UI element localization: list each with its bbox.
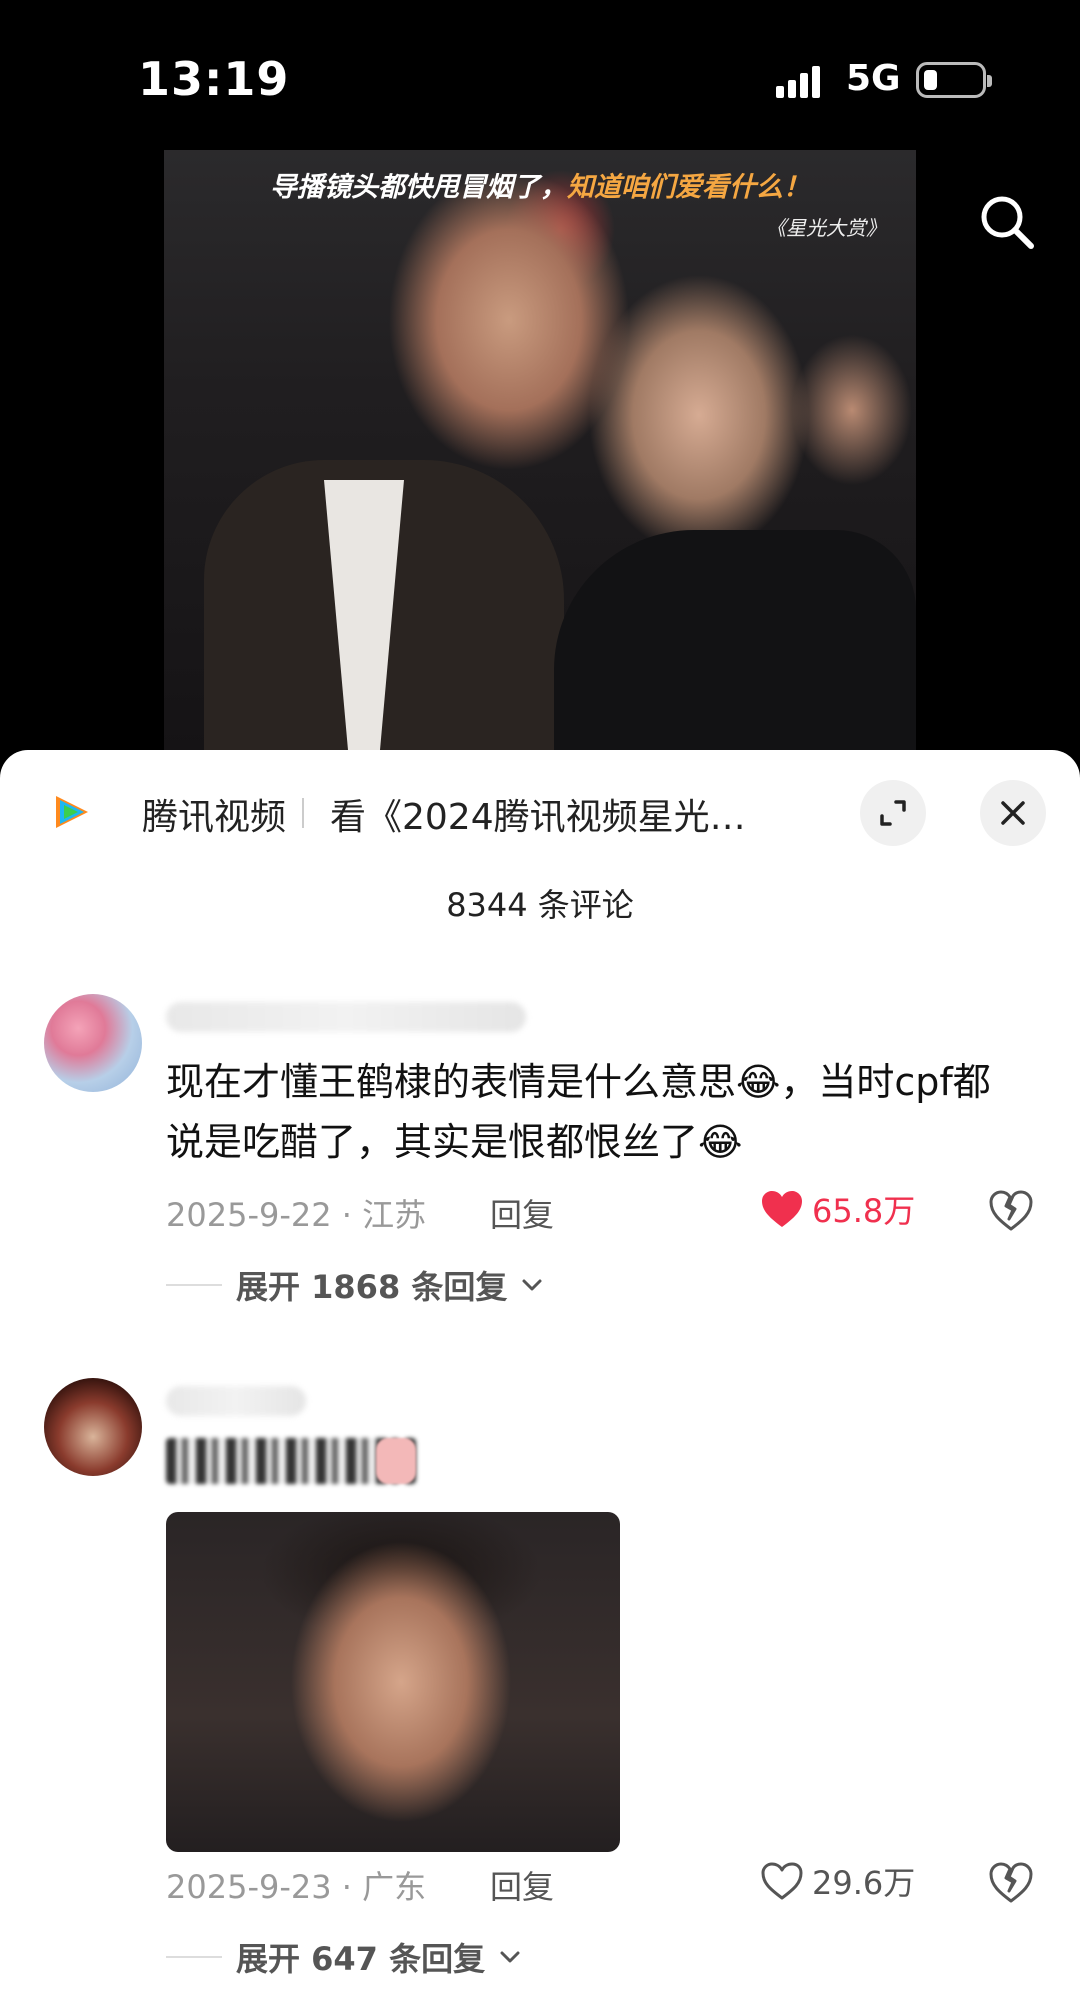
broken-heart-icon [989,1862,1033,1903]
like-count: 65.8万 [812,1192,916,1230]
username-blurred[interactable] [166,1002,526,1032]
comments-panel: 腾讯视频 看《2024腾讯视频星光… 8344 条评论 现在才懂王鹤棣的表情是什… [0,750,1080,2006]
video-caption-sub: 《星光大赏》 [766,216,886,240]
video-caption-highlight: 知道咱们爱看什么！ [567,172,810,203]
heart-outline-icon [761,1862,803,1900]
chevron-down-icon [522,1279,542,1291]
broken-heart-icon [989,1190,1033,1231]
expand-line [166,1956,222,1958]
avatar[interactable] [44,1378,142,1476]
signal-icon [776,66,826,98]
dislike-button[interactable] [988,1860,1034,1906]
video-player[interactable]: 导播镜头都快甩冒烟了，知道咱们爱看什么！ 《星光大赏》 [164,150,916,750]
expand-replies-button[interactable]: 展开 647 条回复 [166,1934,521,1980]
like-button[interactable]: 65.8万 [760,1186,915,1232]
status-bar: 13:19 5G [0,0,1080,150]
app-name[interactable]: 腾讯视频 [142,788,286,840]
tencent-video-logo-icon[interactable] [50,790,94,834]
username-blurred[interactable] [166,1386,306,1416]
video-caption: 导播镜头都快甩冒烟了，知道咱们爱看什么！ [164,165,916,204]
comment-emoji-blurred [376,1438,416,1484]
video-caption-white: 导播镜头都快甩冒烟了， [270,172,567,203]
comment-meta: 2025-9-23 · 广东 [166,1868,427,1906]
panel-header: 腾讯视频 看《2024腾讯视频星光… [0,750,1080,880]
status-time: 13:19 [138,52,290,106]
comment-meta: 2025-9-22 · 江苏 [166,1196,427,1234]
divider [302,798,304,828]
reply-button[interactable]: 回复 [490,1190,554,1236]
search-icon[interactable] [975,190,1039,254]
comment-text: 现在才懂王鹤棣的表情是什么意思😂，当时cpf都说是吃醋了，其实是恨都恨丝了😂 [166,1060,991,1164]
comment-count: 8344 条评论 [446,886,634,924]
avatar[interactable] [44,994,142,1092]
expand-replies-label: 展开 647 条回复 [236,1940,486,1978]
expand-replies-label: 展开 1868 条回复 [236,1268,508,1306]
heart-filled-icon [762,1191,802,1227]
chevron-down-icon [500,1951,520,1963]
like-button[interactable]: 29.6万 [760,1858,915,1904]
comment-image[interactable] [166,1512,620,1852]
like-count: 29.6万 [812,1864,916,1902]
network-type: 5G [846,58,901,99]
close-icon [1001,801,1025,825]
expand-replies-button[interactable]: 展开 1868 条回复 [166,1262,543,1308]
expand-icon [880,800,906,826]
video-title-link[interactable]: 看《2024腾讯视频星光… [330,788,810,840]
expand-button[interactable] [860,780,926,846]
dislike-button[interactable] [988,1188,1034,1234]
reply-button[interactable]: 回复 [490,1862,554,1908]
battery-icon [916,62,992,98]
person-right [554,530,916,750]
close-button[interactable] [980,780,1046,846]
expand-line [166,1284,222,1286]
